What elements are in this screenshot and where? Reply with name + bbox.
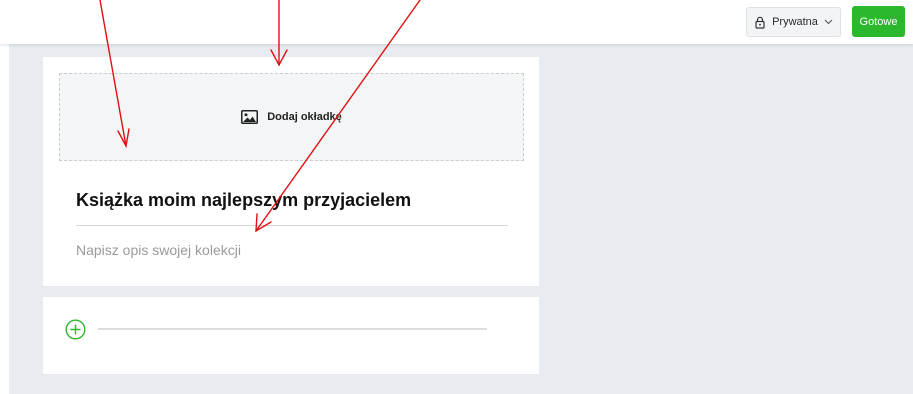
done-button[interactable]: Gotowe: [852, 6, 905, 37]
title-divider: [76, 225, 508, 226]
collection-description-input[interactable]: [76, 240, 496, 260]
plus-circle-icon[interactable]: [65, 319, 86, 340]
add-item-line: [98, 328, 487, 330]
top-bar: Prywatna Gotowe: [0, 0, 913, 44]
collection-title[interactable]: Książka moim najlepszym przyjacielem: [76, 190, 511, 211]
add-cover-dropzone[interactable]: Dodaj okładkę: [59, 73, 524, 161]
editor-workspace: Dodaj okładkę Książka moim najlepszym pr…: [9, 44, 913, 394]
add-cover-label: Dodaj okładkę: [267, 111, 342, 123]
image-icon: [241, 110, 259, 124]
add-item-card: [43, 297, 539, 374]
chevron-down-icon: [824, 19, 833, 25]
privacy-label: Prywatna: [772, 16, 818, 28]
lock-icon: [754, 16, 766, 29]
privacy-dropdown-button[interactable]: Prywatna: [746, 7, 841, 37]
collection-details-card: Dodaj okładkę Książka moim najlepszym pr…: [43, 57, 539, 286]
